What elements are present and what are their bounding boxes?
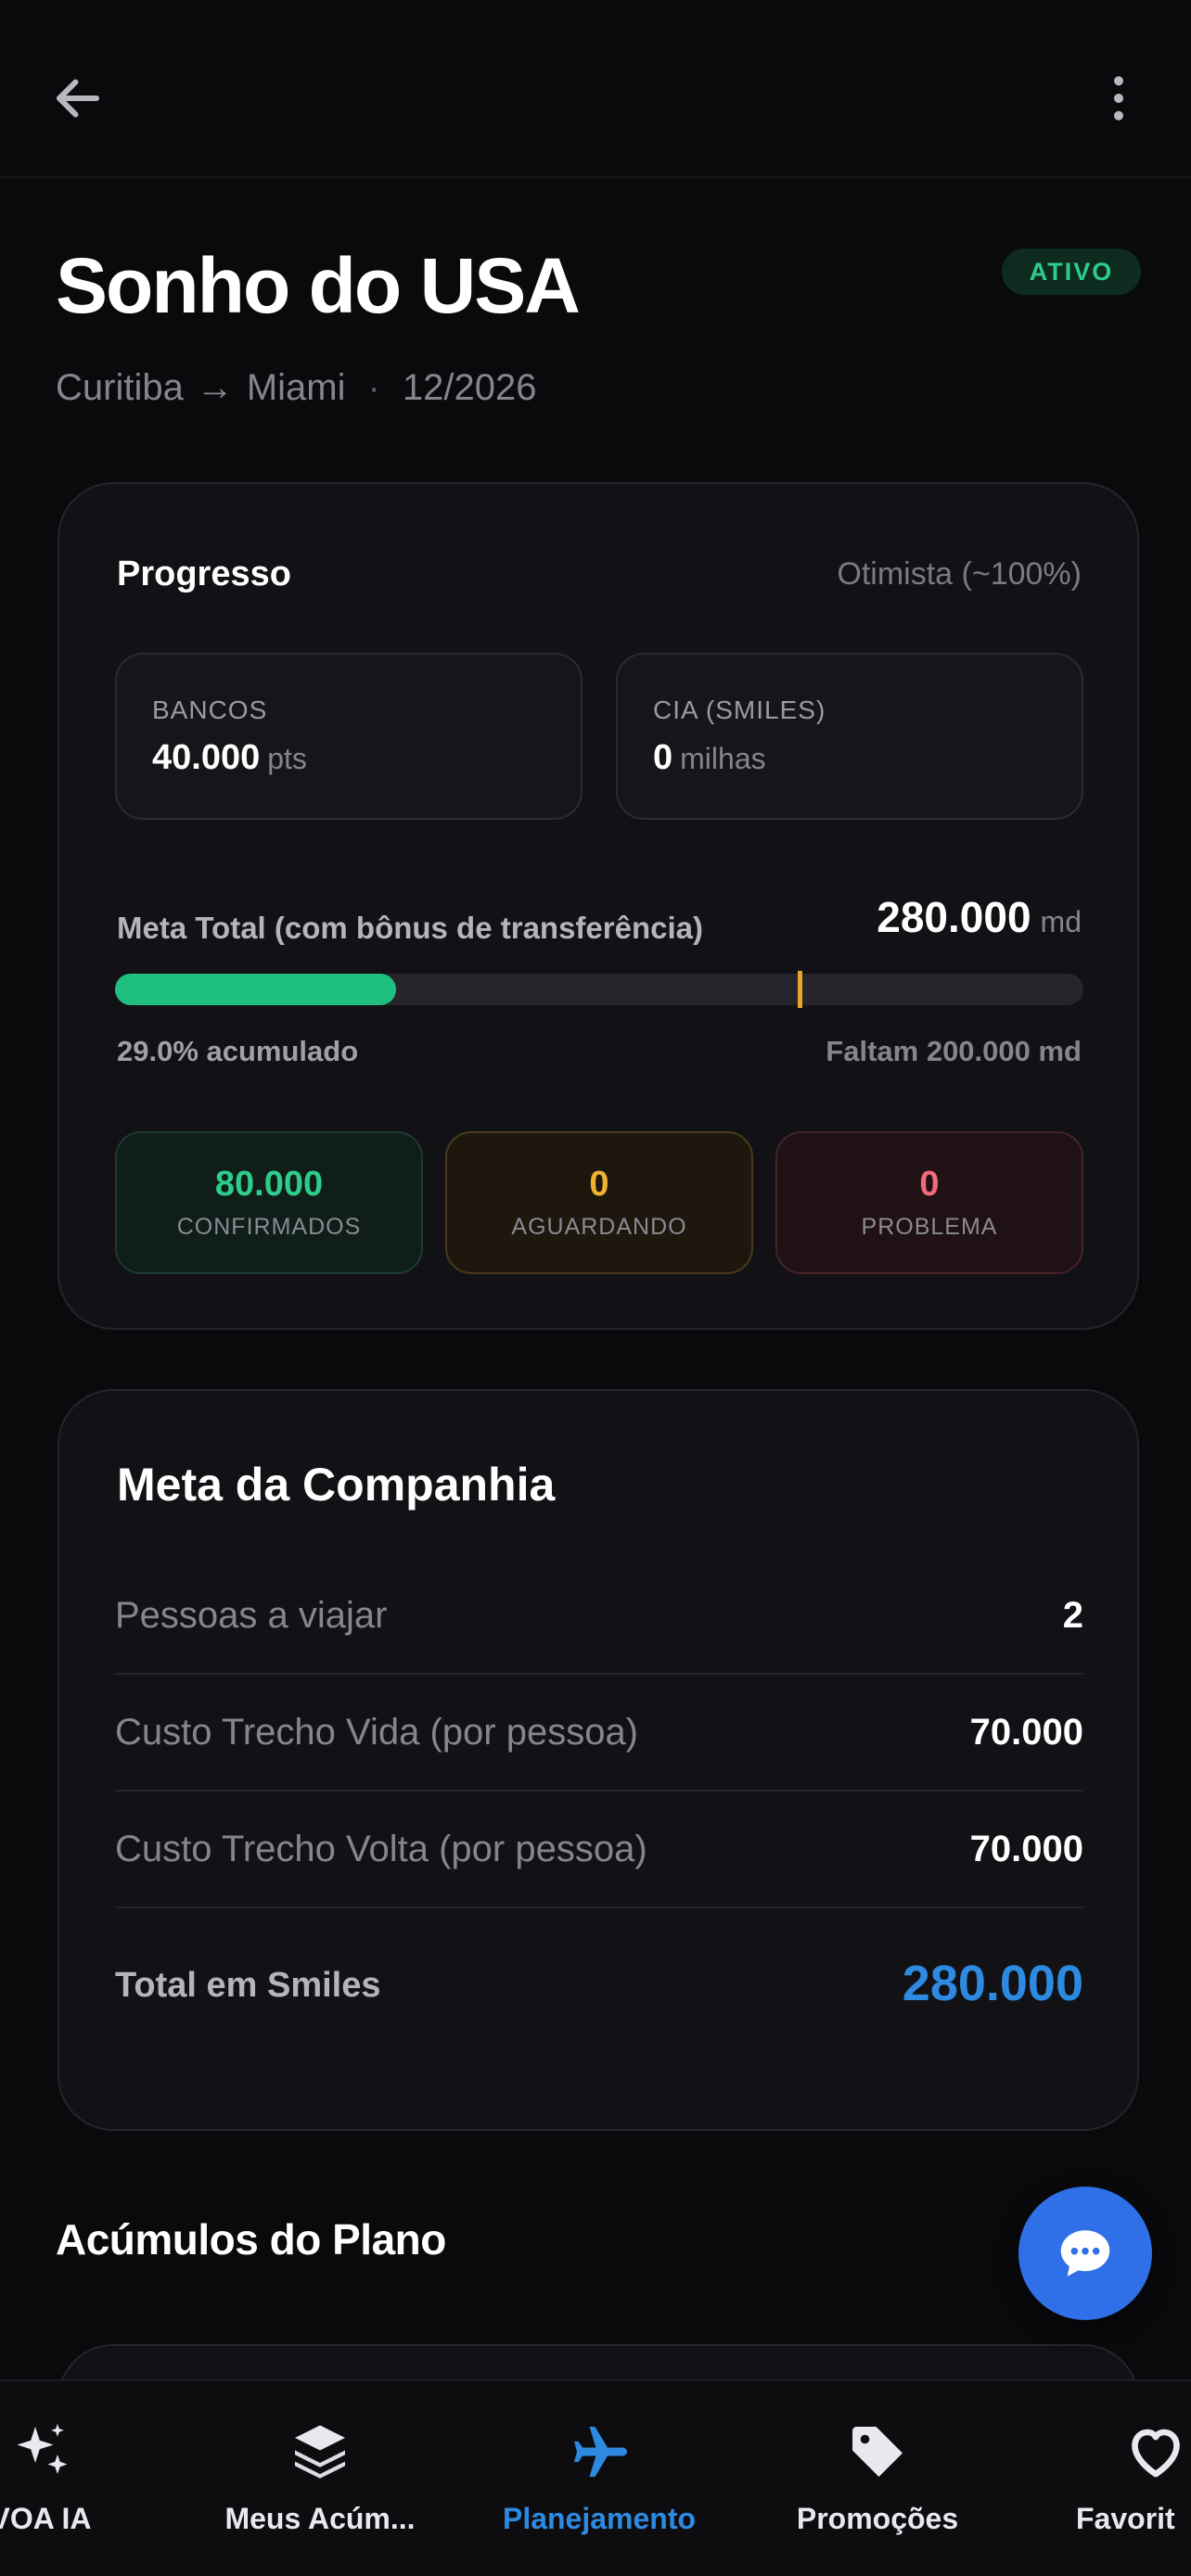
page-title: Sonho do USA bbox=[56, 242, 581, 329]
more-options-button[interactable] bbox=[1085, 65, 1152, 132]
airline-unit: milhas bbox=[680, 742, 766, 775]
sparkles-icon bbox=[7, 2418, 74, 2485]
problem-stat[interactable]: 0 PROBLEMA bbox=[775, 1131, 1083, 1274]
progress-bar-marker bbox=[798, 971, 802, 1008]
goal-row: Custo Trecho Vida (por pessoa) 70.000 bbox=[115, 1675, 1083, 1792]
airline-value-line: 0 milhas bbox=[653, 738, 766, 778]
arrow-left-icon bbox=[57, 79, 99, 118]
company-goal-title: Meta da Companhia bbox=[117, 1459, 556, 1511]
accumulations-title: Acúmulos do Plano bbox=[56, 2215, 446, 2264]
airline-balance-box: CIA (SMILES) 0 milhas bbox=[616, 653, 1083, 820]
company-goal-card: Meta da Companhia Pessoas a viajar 2 Cus… bbox=[58, 1389, 1139, 2131]
total-row: Total em Smiles 280.000 bbox=[115, 1919, 1083, 2036]
nav-item-favoritos[interactable]: Favorit bbox=[1076, 2418, 1191, 2536]
goal-row-label: Pessoas a viajar bbox=[115, 1595, 388, 1636]
banks-label: BANCOS bbox=[152, 695, 268, 724]
route-arrow: → bbox=[196, 367, 234, 408]
confirmed-stat[interactable]: 80.000 CONFIRMADOS bbox=[115, 1131, 423, 1274]
goal-value-line: 280.000 md bbox=[877, 892, 1082, 942]
bottom-nav: VOA IA Meus Acúm... Planejamento Promoçõ… bbox=[0, 2379, 1191, 2576]
chat-bubble-icon bbox=[1060, 2230, 1110, 2276]
destination-city: Miami bbox=[246, 367, 346, 408]
more-vertical-icon bbox=[1114, 76, 1123, 121]
goal-row-label: Custo Trecho Vida (por pessoa) bbox=[115, 1712, 639, 1753]
goal-row-label: Custo Trecho Volta (por pessoa) bbox=[115, 1829, 647, 1869]
heart-icon bbox=[1122, 2418, 1189, 2485]
tag-icon bbox=[844, 2418, 911, 2485]
progress-mode[interactable]: Otimista (~100%) bbox=[837, 556, 1082, 593]
banks-value: 40.000 bbox=[152, 738, 261, 777]
goal-row-value: 70.000 bbox=[969, 1712, 1083, 1753]
chat-button[interactable] bbox=[1018, 2187, 1152, 2320]
nav-item-meus-acumulos[interactable]: Meus Acúm... bbox=[206, 2418, 434, 2536]
nav-label: Planejamento bbox=[502, 2502, 697, 2535]
confirmed-value: 80.000 bbox=[214, 1165, 324, 1204]
problem-label: PROBLEMA bbox=[861, 1214, 998, 1240]
top-bar bbox=[0, 0, 1191, 178]
banks-unit: pts bbox=[267, 742, 307, 775]
nav-label: Promoções bbox=[796, 2502, 959, 2535]
route-subtitle: Curitiba → Miami · 12/2026 bbox=[56, 367, 536, 409]
nav-label: Favorit bbox=[1076, 2502, 1175, 2535]
origin-city: Curitiba bbox=[56, 367, 184, 408]
progress-bar-fill bbox=[115, 974, 396, 1005]
layers-icon bbox=[287, 2418, 353, 2485]
waiting-label: AGUARDANDO bbox=[511, 1214, 687, 1240]
status-badge: ATIVO bbox=[1002, 249, 1141, 295]
accumulated-text: 29.0% acumulado bbox=[117, 1035, 359, 1067]
goal-row: Pessoas a viajar 2 bbox=[115, 1558, 1083, 1675]
airline-value: 0 bbox=[653, 738, 673, 777]
nav-item-voa-ia[interactable]: VOA IA bbox=[0, 2418, 115, 2536]
nav-label: Meus Acúm... bbox=[224, 2502, 416, 2535]
separator-dot: · bbox=[367, 367, 380, 408]
progress-bar bbox=[115, 971, 1083, 1008]
problem-value: 0 bbox=[919, 1165, 940, 1204]
goal-row-value: 70.000 bbox=[969, 1829, 1083, 1869]
banks-value-line: 40.000 pts bbox=[152, 738, 307, 778]
goal-value: 280.000 bbox=[877, 893, 1031, 941]
waiting-stat[interactable]: 0 AGUARDANDO bbox=[445, 1131, 753, 1274]
nav-item-planejamento[interactable]: Planejamento bbox=[488, 2418, 711, 2536]
airplane-icon bbox=[566, 2418, 633, 2485]
banks-balance-box: BANCOS 40.000 pts bbox=[115, 653, 583, 820]
nav-item-promocoes[interactable]: Promoções bbox=[785, 2418, 970, 2536]
travel-date: 12/2026 bbox=[402, 367, 537, 408]
goal-row: Custo Trecho Volta (por pessoa) 70.000 bbox=[115, 1792, 1083, 1908]
progress-title: Progresso bbox=[117, 555, 291, 593]
confirmed-label: CONFIRMADOS bbox=[176, 1214, 362, 1240]
waiting-value: 0 bbox=[589, 1165, 609, 1204]
goal-label: Meta Total (com bônus de transferência) bbox=[117, 911, 703, 945]
airline-label: CIA (SMILES) bbox=[653, 695, 826, 724]
total-label: Total em Smiles bbox=[115, 1966, 381, 2005]
remaining-text: Faltam 200.000 md bbox=[826, 1035, 1082, 1067]
progress-card: Progresso Otimista (~100%) BANCOS 40.000… bbox=[58, 482, 1139, 1330]
goal-unit: md bbox=[1040, 905, 1082, 938]
total-value: 280.000 bbox=[902, 1956, 1083, 2011]
back-button[interactable] bbox=[45, 65, 111, 132]
goal-row-value: 2 bbox=[1062, 1595, 1083, 1636]
nav-label: VOA IA bbox=[0, 2502, 92, 2535]
